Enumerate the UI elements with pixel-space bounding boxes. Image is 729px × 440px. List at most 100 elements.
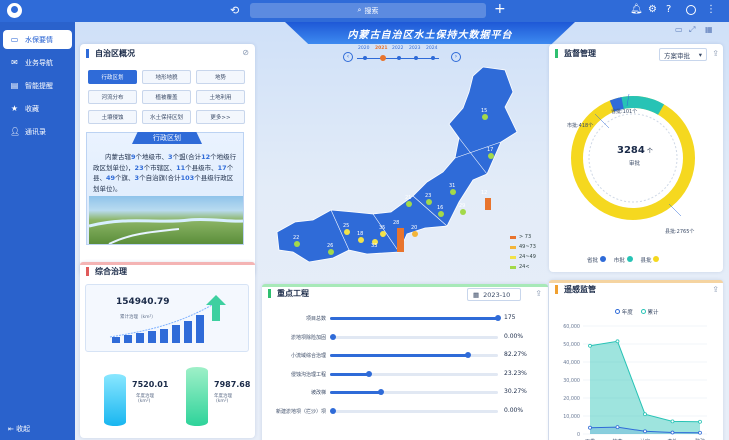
y-tick-label: 30,000 xyxy=(563,378,580,384)
gear-icon[interactable]: ⚙ xyxy=(648,4,657,15)
key-project-row: 淤地坝除险加固 0.00% xyxy=(266,331,544,347)
svg-text:22: 22 xyxy=(293,235,299,241)
svg-text:31: 31 xyxy=(449,183,455,189)
panel-title: 遥感监管 xyxy=(555,285,596,294)
legend-item[interactable]: 县批 xyxy=(641,256,660,264)
annual-cylinder-left xyxy=(104,374,126,426)
panel-title: 自治区概况 xyxy=(86,49,135,58)
svg-text:23: 23 xyxy=(425,193,431,199)
year-2022[interactable]: 2022 xyxy=(392,46,403,51)
btn-vegetation[interactable]: 植被覆盖 xyxy=(142,90,191,104)
menu-icon[interactable]: ⋮ xyxy=(706,4,716,15)
user-avatar-icon[interactable] xyxy=(686,5,696,15)
add-icon[interactable]: + xyxy=(494,1,506,17)
progress-knob xyxy=(495,315,501,321)
supervision-panel: 监督管理 方案审批 ▾ ⇪ 3284 个 审批 省批:101个 市批:418个 县… xyxy=(549,44,723,272)
sidebar-item-label: 智能提醒 xyxy=(25,81,53,90)
prev-year-button[interactable]: ‹ xyxy=(343,52,353,62)
help-icon[interactable]: ? xyxy=(666,4,671,15)
year-2020[interactable]: 2020 xyxy=(358,46,369,51)
progress-fill xyxy=(330,354,469,357)
year-2021[interactable]: 2021 xyxy=(375,46,388,51)
sidebar-item-favorites[interactable]: ★ 收藏 xyxy=(3,99,72,118)
city-label: 市批:418个 xyxy=(567,123,594,129)
monitor-icon: ▭ xyxy=(10,35,19,44)
btn-terrain[interactable]: 地势 xyxy=(196,70,245,84)
search-input[interactable]: ⌕ 搜索 xyxy=(250,3,486,18)
search-icon: ⌕ xyxy=(357,6,362,14)
year-2023[interactable]: 2023 xyxy=(409,46,420,51)
date-picker[interactable]: ▦ 2023-10 xyxy=(467,288,521,301)
hide-icon[interactable]: ⊘ xyxy=(242,48,249,57)
btn-more[interactable]: 更多>> xyxy=(196,110,245,124)
progress-track xyxy=(330,389,498,395)
history-icon[interactable]: ⟲ xyxy=(230,4,239,17)
export-icon[interactable]: ⇪ xyxy=(712,49,719,58)
sidebar-item-contacts[interactable]: 👤︎ 通讯录 xyxy=(3,122,72,141)
left-unit: (km²) xyxy=(138,399,151,404)
next-year-button[interactable]: › xyxy=(451,52,461,62)
layout-icon[interactable]: ▦ xyxy=(705,25,713,34)
key-project-value: 23.23% xyxy=(504,369,527,377)
app-logo[interactable] xyxy=(7,3,22,18)
reminder-icon: ▤ xyxy=(10,81,19,90)
key-project-label: 侵蚀沟治理工程 xyxy=(290,371,326,378)
key-project-row: 项目总数 175 xyxy=(266,312,544,328)
region-description: 内蒙古辖9个地级市、3个盟(合计12个地级行政区划单位)，23个市辖区、11个县… xyxy=(93,153,237,193)
window-icon[interactable]: ▭ xyxy=(675,25,683,34)
top-bar: ⟲ ⌕ 搜索 + 🔔︎ ⚙ ? ⋮ xyxy=(0,0,729,22)
btn-rivers[interactable]: 河流分布 xyxy=(88,90,137,104)
y-tick-label: 60,000 xyxy=(563,324,580,330)
svg-text:12: 12 xyxy=(481,190,487,196)
collapse-icon: ⇤ xyxy=(8,425,14,433)
collapse-sidebar-button[interactable]: ⇤ 收起 xyxy=(8,424,30,434)
legend-item[interactable]: 省批 xyxy=(587,256,606,264)
progress-track xyxy=(330,370,498,377)
data-point xyxy=(643,429,647,434)
key-project-label: 新建淤地坝（拦沙）坝 xyxy=(275,408,326,415)
key-project-label: 小流域综合治理 xyxy=(290,353,326,359)
region-map[interactable]: 15 17 23 21 16 12 28 35 18 25 20 26 22 2… xyxy=(273,62,533,282)
legend-item[interactable]: 累计 xyxy=(640,308,659,316)
mail-icon: ✉ xyxy=(11,58,18,67)
key-projects-panel: 重点工程 ▦ 2023-10 ⇪ 项目总数 175 淤地坝除险加固 0.00% 小流域综… xyxy=(262,284,548,440)
sidebar-item-label: 水保要情 xyxy=(25,35,53,44)
region-card: 行政区划 内蒙古辖9个地级市、3个盟(合计12个地级行政区划单位)，23个市辖区… xyxy=(86,132,244,245)
export-icon[interactable]: ⇪ xyxy=(712,285,719,294)
right-unit: (km²) xyxy=(216,399,229,404)
approval-type-select[interactable]: 方案审批 ▾ xyxy=(659,48,707,61)
bell-icon[interactable]: 🔔︎ xyxy=(630,4,643,15)
panel-title: 监督管理 xyxy=(555,49,596,58)
approval-total: 3284 个 xyxy=(617,145,653,156)
btn-soil-erosion[interactable]: 土壤侵蚀 xyxy=(88,110,137,124)
year-2024[interactable]: 2024 xyxy=(426,46,437,51)
svg-text:29: 29 xyxy=(459,203,465,209)
contacts-icon: 👤︎ xyxy=(10,127,21,136)
svg-text:20: 20 xyxy=(411,225,417,231)
btn-land-use[interactable]: 土地利用 xyxy=(196,90,245,104)
data-point xyxy=(615,339,620,344)
btn-conservation-zoning[interactable]: 水土保持区划 xyxy=(142,110,191,124)
progress-track xyxy=(330,333,498,340)
county-label: 县批:2765个 xyxy=(665,229,695,235)
page-title: 内蒙古自治区水土保持大数据平台 xyxy=(285,22,575,44)
btn-landform[interactable]: 地形地貌 xyxy=(142,70,191,84)
btn-admin-division[interactable]: 行政区划 xyxy=(88,70,137,84)
left-value: 7520.01 xyxy=(132,380,169,389)
panel-title: 综合治理 xyxy=(86,267,127,276)
svg-text:17: 17 xyxy=(487,147,493,153)
expand-icon[interactable]: ⤢ xyxy=(689,25,695,35)
comprehensive-panel: 综合治理 154940.79 累计治理（km²） 7520.01 年度治理 (k… xyxy=(80,262,255,438)
sidebar-item-water-status[interactable]: ▭ 水保要情 xyxy=(3,30,72,49)
sidebar-item-smart-reminder[interactable]: ▤ 智能提醒 xyxy=(3,76,72,95)
y-tick-label: 0 xyxy=(577,432,580,438)
sidebar: ▭ 水保要情 ✉ 业务导航 ▤ 智能提醒 ★ 收藏 👤︎ 通讯录 ⇤ 收起 xyxy=(0,22,75,440)
key-project-row: 新建淤地坝（拦沙）坝 0.00% xyxy=(266,405,544,421)
progress-fill xyxy=(330,391,381,394)
export-icon[interactable]: ⇪ xyxy=(535,289,542,298)
legend-item[interactable]: 年度 xyxy=(615,308,633,316)
key-project-value: 30.27% xyxy=(504,388,527,395)
legend-item[interactable]: 市批 xyxy=(614,256,633,264)
key-project-row: 坡改梯 30.27% xyxy=(266,386,544,402)
sidebar-item-business-nav[interactable]: ✉ 业务导航 xyxy=(3,53,72,72)
